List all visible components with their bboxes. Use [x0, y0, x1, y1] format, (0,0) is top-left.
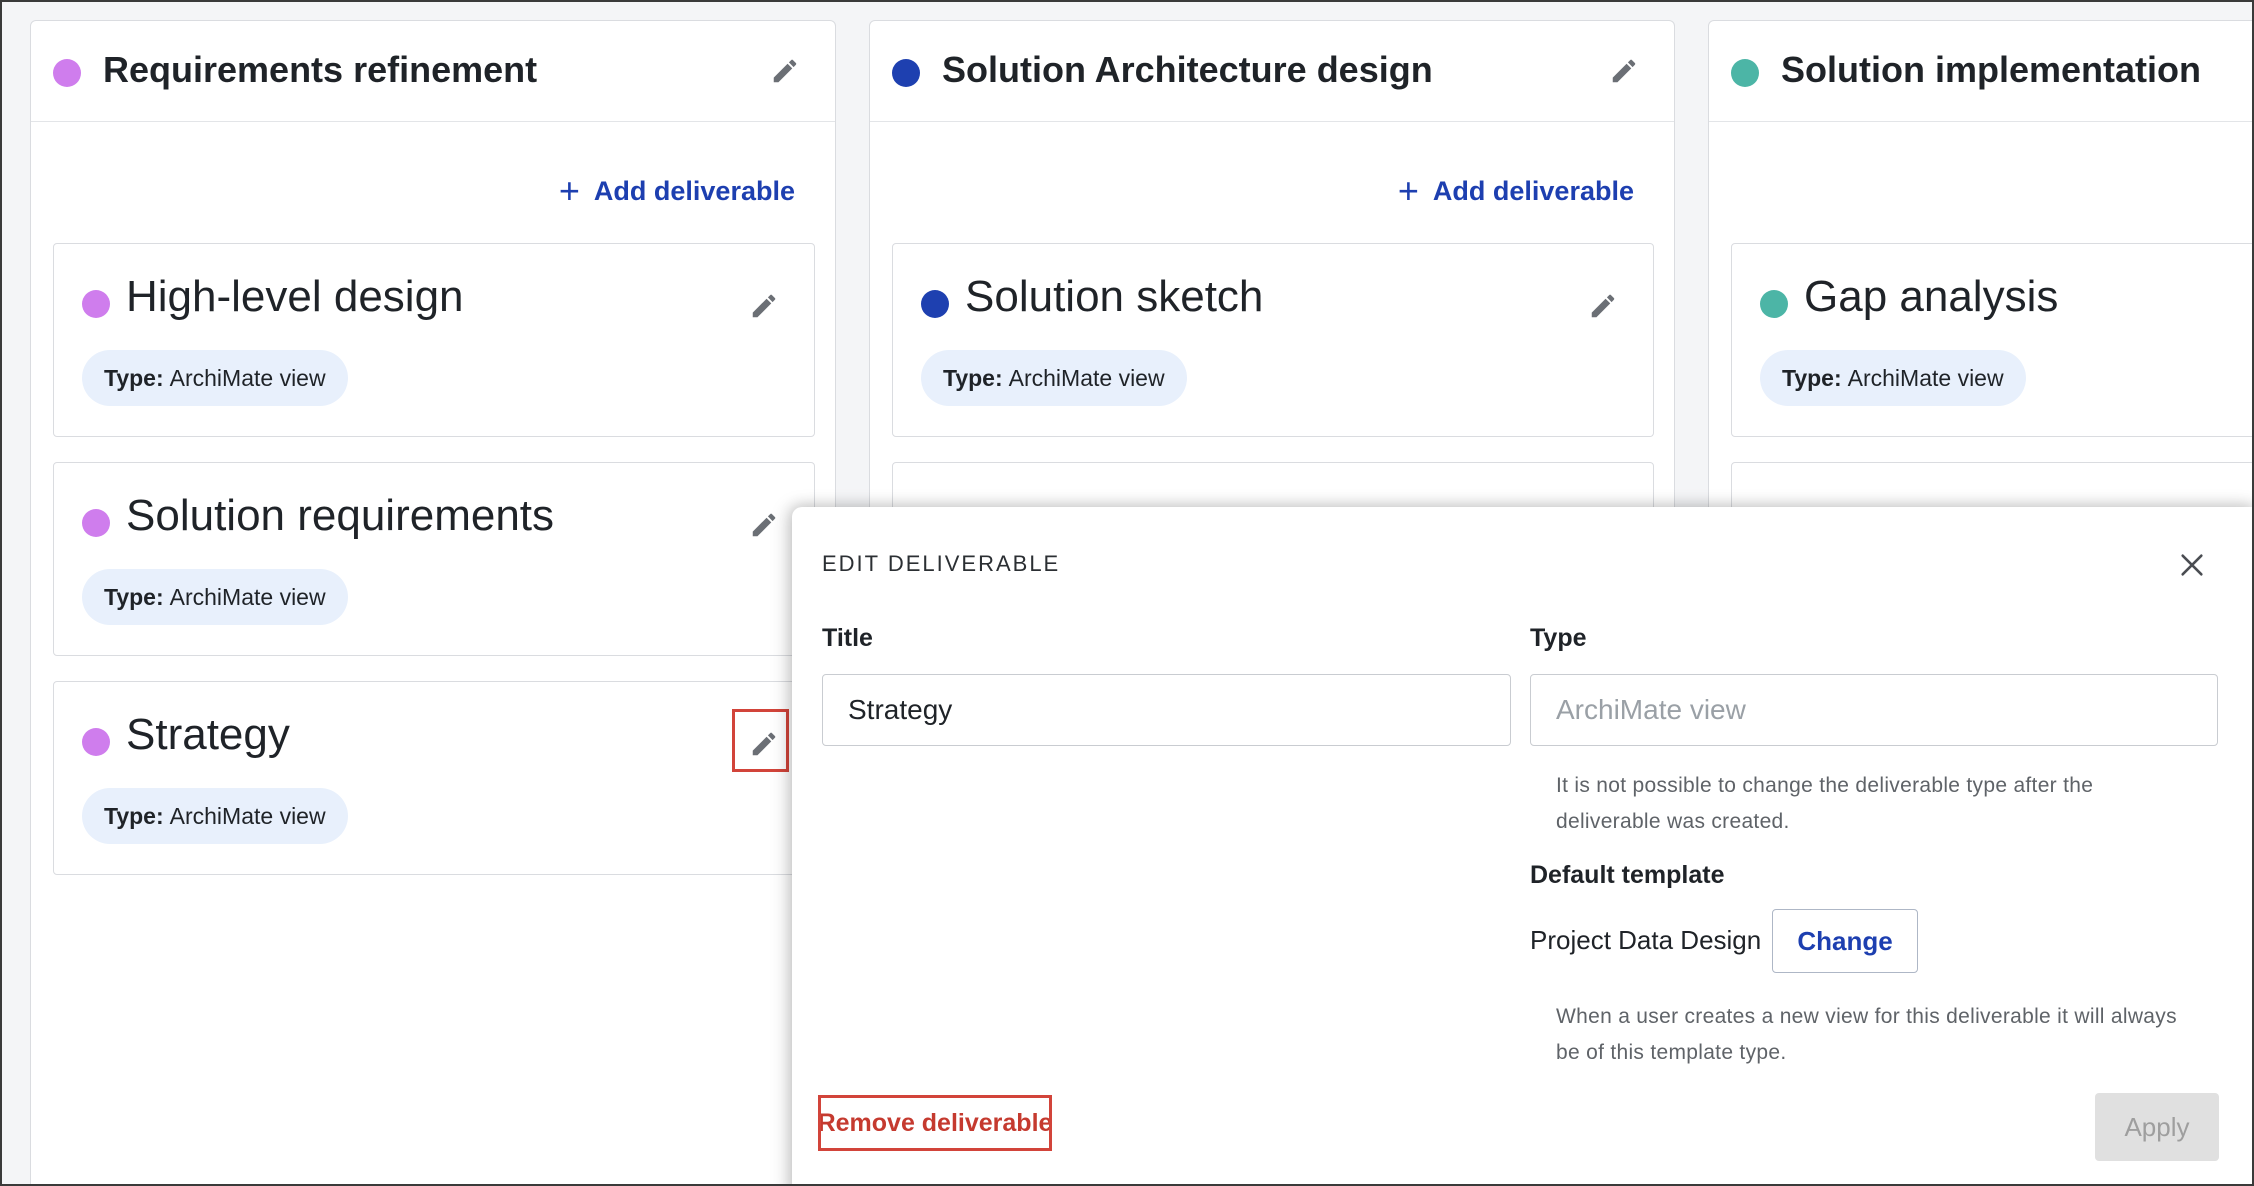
title-label: Title	[822, 624, 873, 652]
edit-column-pencil-icon[interactable]	[1604, 51, 1644, 91]
status-dot	[82, 728, 110, 756]
add-deliverable-button[interactable]: + Add deliverable	[559, 173, 795, 209]
default-template-label: Default template	[1530, 861, 1725, 889]
deliverable-title: High-level design	[126, 272, 464, 321]
template-help-text: When a user creates a new view for this …	[1556, 1005, 2177, 1064]
column-requirements-refinement: Requirements refinement + Add deliverabl…	[30, 20, 836, 1184]
column-header: Solution implementation	[1709, 21, 2252, 122]
close-icon[interactable]	[2172, 545, 2212, 585]
apply-button[interactable]: Apply	[2095, 1093, 2219, 1161]
deliverable-title: Solution requirements	[126, 491, 555, 540]
deliverable-title: Gap analysis	[1804, 272, 2059, 321]
type-input-disabled: ArchiMate view	[1530, 674, 2218, 746]
status-dot	[82, 509, 110, 537]
status-dot	[892, 59, 920, 87]
edit-deliverable-pencil-icon[interactable]	[744, 286, 784, 326]
edit-deliverable-dialog: EDIT DELIVERABLE Title Strategy Type Arc…	[792, 507, 2252, 1184]
status-dot	[1731, 59, 1759, 87]
status-dot	[82, 290, 110, 318]
add-deliverable-label: Add deliverable	[593, 175, 795, 206]
deliverable-card[interactable]: Strategy Type: ArchiMate view	[53, 681, 815, 875]
change-template-button[interactable]: Change	[1772, 909, 1918, 973]
plus-icon: +	[558, 170, 580, 211]
edit-deliverable-pencil-icon[interactable]	[744, 505, 784, 545]
deliverable-card[interactable]: Solution sketch Type: ArchiMate view	[892, 243, 1654, 437]
deliverable-card[interactable]: Solution requirements Type: ArchiMate vie…	[53, 462, 815, 656]
highlight-remove-deliverable	[818, 1095, 1052, 1151]
status-dot	[53, 59, 81, 87]
plus-icon: +	[1397, 170, 1419, 211]
type-badge: Type: ArchiMate view	[1760, 350, 2026, 406]
column-title: Solution implementation	[1781, 49, 2201, 90]
highlight-edit-strategy	[732, 709, 789, 772]
status-dot	[921, 290, 949, 318]
column-header: Requirements refinement	[31, 21, 835, 122]
status-dot	[1760, 290, 1788, 318]
type-label: Type	[1530, 624, 1587, 652]
edit-deliverable-pencil-icon[interactable]	[1583, 286, 1623, 326]
dialog-heading: EDIT DELIVERABLE	[822, 551, 1061, 576]
type-badge: Type: ArchiMate view	[921, 350, 1187, 406]
column-title: Solution Architecture design	[942, 49, 1433, 90]
deliverable-title: Strategy	[126, 710, 290, 759]
add-deliverable-button[interactable]: + Add deliverable	[1398, 173, 1634, 209]
type-badge: Type: ArchiMate view	[82, 350, 348, 406]
deliverable-card[interactable]: Gap analysis Type: ArchiMate view	[1731, 243, 2252, 437]
type-badge: Type: ArchiMate view	[82, 569, 348, 625]
add-deliverable-label: Add deliverable	[1432, 175, 1634, 206]
deliverable-title: Solution sketch	[965, 272, 1264, 321]
deliverables-board: Requirements refinement + Add deliverabl…	[0, 0, 2254, 1186]
type-help-text: It is not possible to change the deliver…	[1556, 774, 2094, 833]
column-header: Solution Architecture design	[870, 21, 1674, 122]
type-badge: Type: ArchiMate view	[82, 788, 348, 844]
template-name: Project Data Design	[1530, 925, 1762, 955]
edit-column-pencil-icon[interactable]	[765, 51, 805, 91]
title-input[interactable]: Strategy	[822, 674, 1511, 746]
column-title: Requirements refinement	[103, 49, 538, 90]
deliverable-card[interactable]: High-level design Type: ArchiMate view	[53, 243, 815, 437]
